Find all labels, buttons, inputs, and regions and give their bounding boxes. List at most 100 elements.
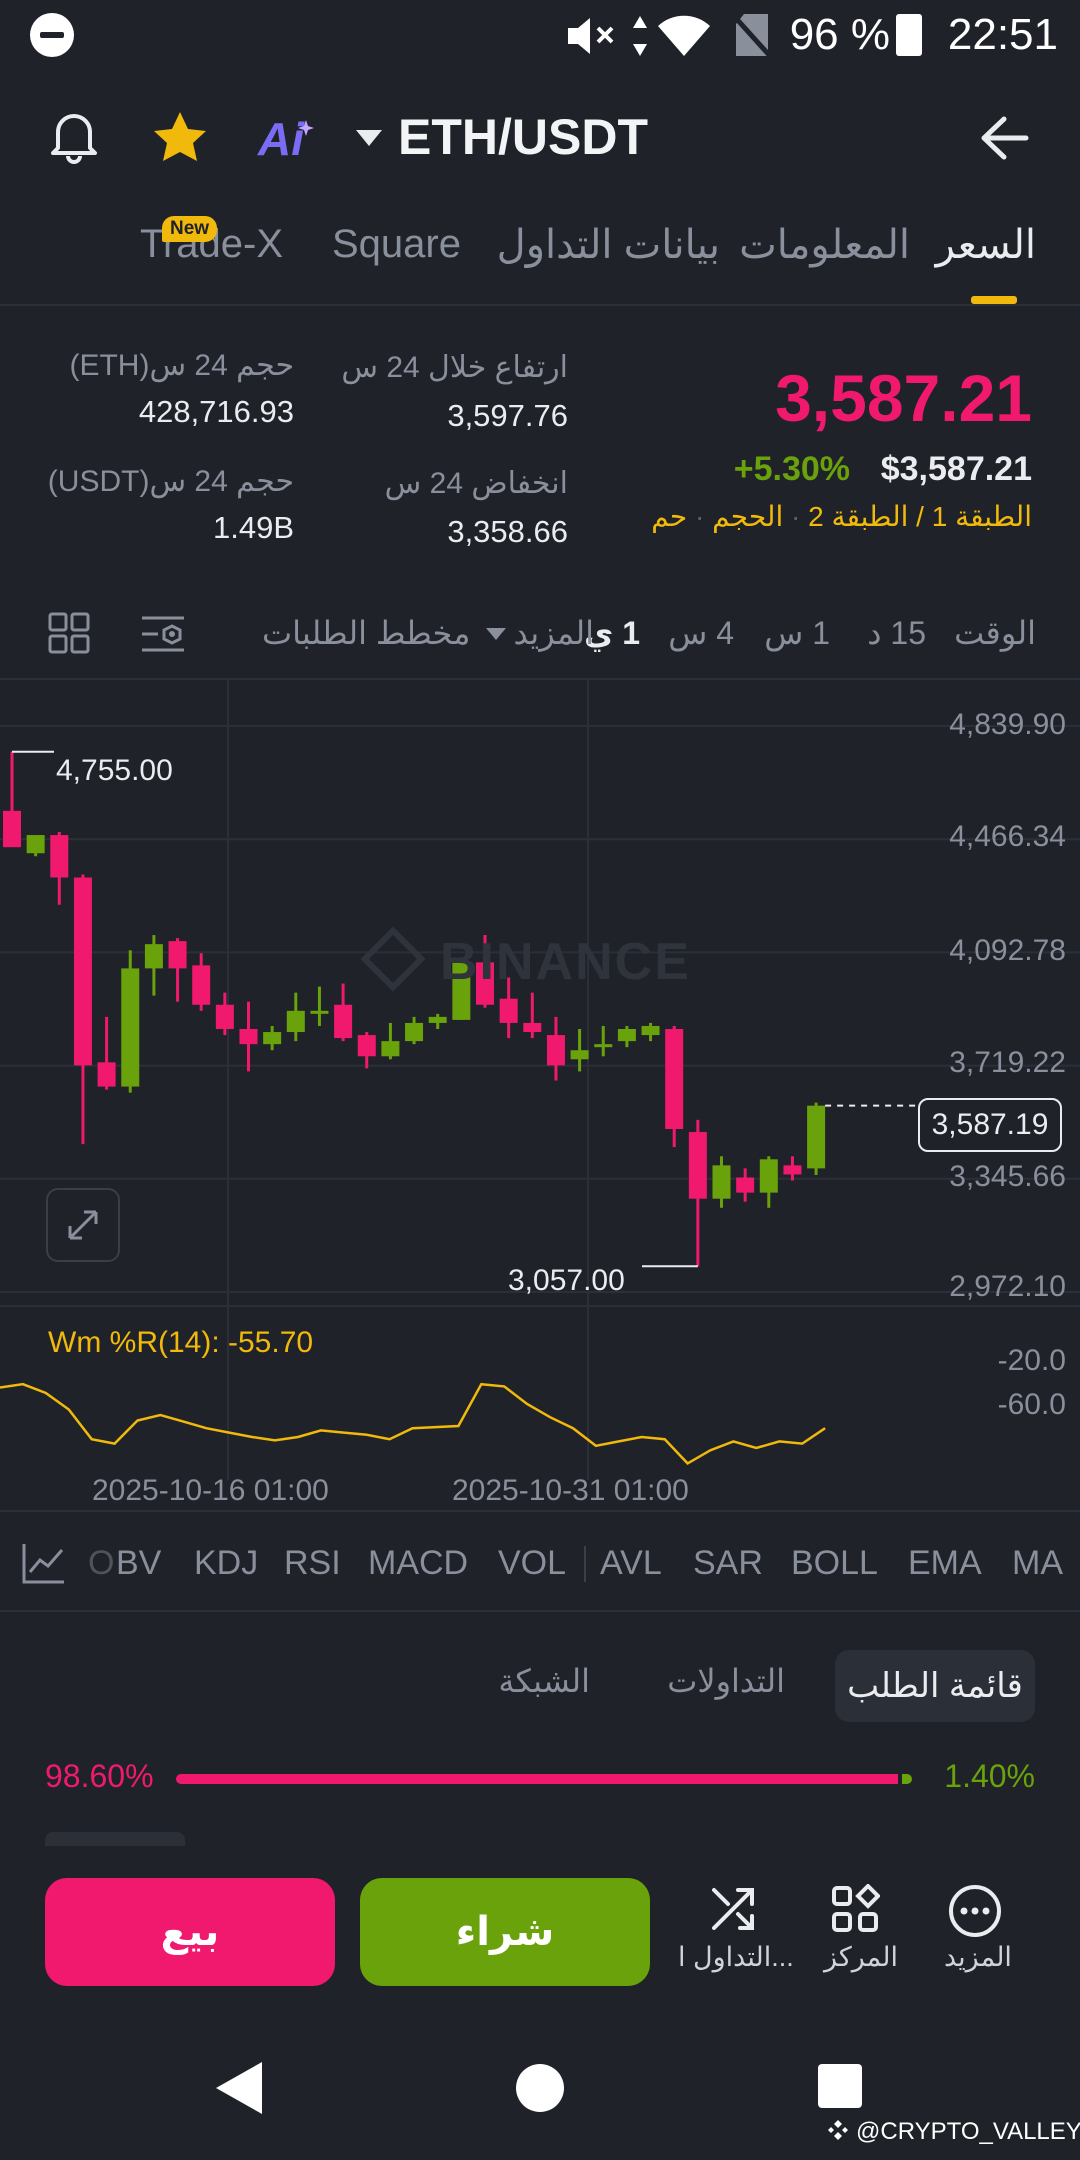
data-arrows-icon xyxy=(633,16,647,56)
nav-recents-icon[interactable] xyxy=(818,2064,862,2108)
candle-up xyxy=(286,1010,305,1033)
tag-more[interactable]: حم xyxy=(651,501,687,532)
indicator-o[interactable]: O xyxy=(88,1544,114,1583)
wr-line xyxy=(0,1382,826,1465)
candle-up xyxy=(759,1159,778,1193)
bid-bar xyxy=(901,1774,912,1784)
more-dropdown-icon xyxy=(486,628,506,640)
interval-15m[interactable]: 15 د xyxy=(867,614,926,652)
depth-chart-link[interactable]: مخطط الطلبات xyxy=(262,614,470,652)
candle-down xyxy=(357,1035,376,1057)
indicator-avl[interactable]: AVL xyxy=(600,1544,662,1583)
interval-4h[interactable]: 4 س xyxy=(668,614,734,652)
battery-percent: 96 % xyxy=(789,10,890,59)
candle-down xyxy=(523,1022,542,1033)
indicator-boll[interactable]: BOLL xyxy=(791,1544,878,1583)
indicators-divider xyxy=(0,1610,1080,1612)
candle-down xyxy=(215,1004,234,1029)
sparkle-icon xyxy=(298,120,314,136)
interval-1h[interactable]: 1 س xyxy=(764,614,830,652)
candle-up xyxy=(594,1044,613,1048)
tag-volume[interactable]: الحجم xyxy=(712,501,783,532)
pair-title[interactable]: ETH/USDT xyxy=(398,108,648,166)
indicator-bv[interactable]: BV xyxy=(116,1544,161,1583)
tab-info[interactable]: المعلومات xyxy=(739,222,910,268)
nav-back-icon[interactable] xyxy=(214,2060,264,2116)
indicator-ma[interactable]: MA xyxy=(1012,1544,1063,1583)
trade-label[interactable]: التداول ا... xyxy=(678,1942,794,1973)
chart-type-icon[interactable] xyxy=(22,1542,66,1584)
tab-grid[interactable]: الشبكة xyxy=(498,1662,590,1700)
vol-eth-label: حجم 24 س(ETH) xyxy=(69,349,294,382)
tab-trades[interactable]: التداولات xyxy=(667,1662,785,1700)
trade-arrows-icon[interactable] xyxy=(708,1884,758,1934)
more-intervals[interactable]: المزيد xyxy=(514,614,595,652)
candle-down xyxy=(665,1029,684,1129)
wr-indicator-label: Wm %R(14): -55.70 xyxy=(48,1326,314,1359)
candle-down xyxy=(783,1165,802,1175)
indicator-rsi[interactable]: RSI xyxy=(284,1544,341,1583)
candle-down xyxy=(499,998,518,1023)
candle-down xyxy=(334,1004,353,1039)
last-price: 3,587.21 xyxy=(775,361,1032,435)
orderbook-precision-chip[interactable] xyxy=(45,1832,185,1846)
tag-layer2[interactable]: الطبقة 2 xyxy=(808,501,908,532)
candle-down xyxy=(97,1062,116,1087)
indicator-vol[interactable]: VOL xyxy=(498,1544,566,1583)
buy-button[interactable]: شراء xyxy=(360,1878,650,1986)
price-tags: الطبقة 1 / الطبقة 2 · الحجم · حم xyxy=(651,500,1032,533)
back-arrow-icon[interactable] xyxy=(980,116,1030,160)
candle-down xyxy=(3,810,21,848)
more-dots-icon[interactable] xyxy=(948,1884,1002,1938)
y-axis-label: 3,719.22 xyxy=(949,1046,1066,1079)
bid-percent: 1.40% xyxy=(944,1758,1035,1794)
wr-y-label: -60.0 xyxy=(997,1388,1066,1421)
tab-square[interactable]: Square xyxy=(332,222,461,267)
more-label[interactable]: المزيد xyxy=(944,1942,1012,1973)
candle-down xyxy=(50,835,69,878)
candlestick-chart[interactable] xyxy=(0,680,1080,1510)
indicator-separator xyxy=(584,1546,586,1582)
chart-watermark: BINANCE xyxy=(440,933,691,991)
tag-layer1[interactable]: الطبقة 1 xyxy=(932,501,1032,532)
ask-bar xyxy=(176,1774,898,1784)
candle-up xyxy=(121,968,140,1087)
tab-order-book[interactable]: قائمة الطلب xyxy=(835,1650,1035,1722)
indicator-sar[interactable]: SAR xyxy=(693,1544,763,1583)
indicator-ema[interactable]: EMA xyxy=(908,1544,982,1583)
bell-icon[interactable] xyxy=(48,108,100,164)
fullscreen-button[interactable] xyxy=(46,1188,120,1262)
position-center-icon[interactable] xyxy=(830,1884,880,1934)
indicator-settings-icon[interactable] xyxy=(140,612,186,656)
mute-icon xyxy=(568,18,614,54)
tab-price[interactable]: السعر xyxy=(936,222,1036,268)
dropdown-triangle-icon[interactable] xyxy=(356,130,382,146)
binance-mark-icon xyxy=(828,2120,848,2140)
low-marker-label: 3,057.00 xyxy=(508,1264,625,1297)
sell-button[interactable]: بيع xyxy=(45,1878,335,1986)
candle-down xyxy=(168,941,187,969)
favorite-star-icon[interactable] xyxy=(152,110,208,164)
wr-y-label: -20.0 xyxy=(997,1344,1066,1377)
high-label: ارتفاع خلال 24 س xyxy=(341,351,568,384)
candle-up xyxy=(310,1010,329,1014)
tag-sep: / xyxy=(916,501,924,532)
candle-down xyxy=(192,965,211,1005)
low-label: انخفاض 24 س xyxy=(384,467,568,500)
chart-bottom-divider xyxy=(0,1510,1080,1512)
nav-home-icon[interactable] xyxy=(516,2064,564,2112)
wifi-icon xyxy=(658,15,710,57)
y-axis-label: 4,466.34 xyxy=(949,820,1066,853)
candle-down xyxy=(73,877,92,1066)
indicator-kdj[interactable]: KDJ xyxy=(194,1544,258,1583)
center-label[interactable]: المركز xyxy=(824,1942,898,1973)
tab-trading-data[interactable]: بيانات التداول xyxy=(497,222,720,268)
indicator-macd[interactable]: MACD xyxy=(368,1544,468,1583)
x-axis-date: 2025-10-16 01:00 xyxy=(92,1474,329,1507)
active-tab-indicator xyxy=(971,296,1017,304)
tag-dot: · xyxy=(791,501,801,532)
candle-up xyxy=(144,944,163,969)
layout-grid-icon[interactable] xyxy=(48,612,90,654)
vol-usdt-value: 1.49B xyxy=(212,510,294,545)
interval-label: الوقت xyxy=(954,615,1036,651)
